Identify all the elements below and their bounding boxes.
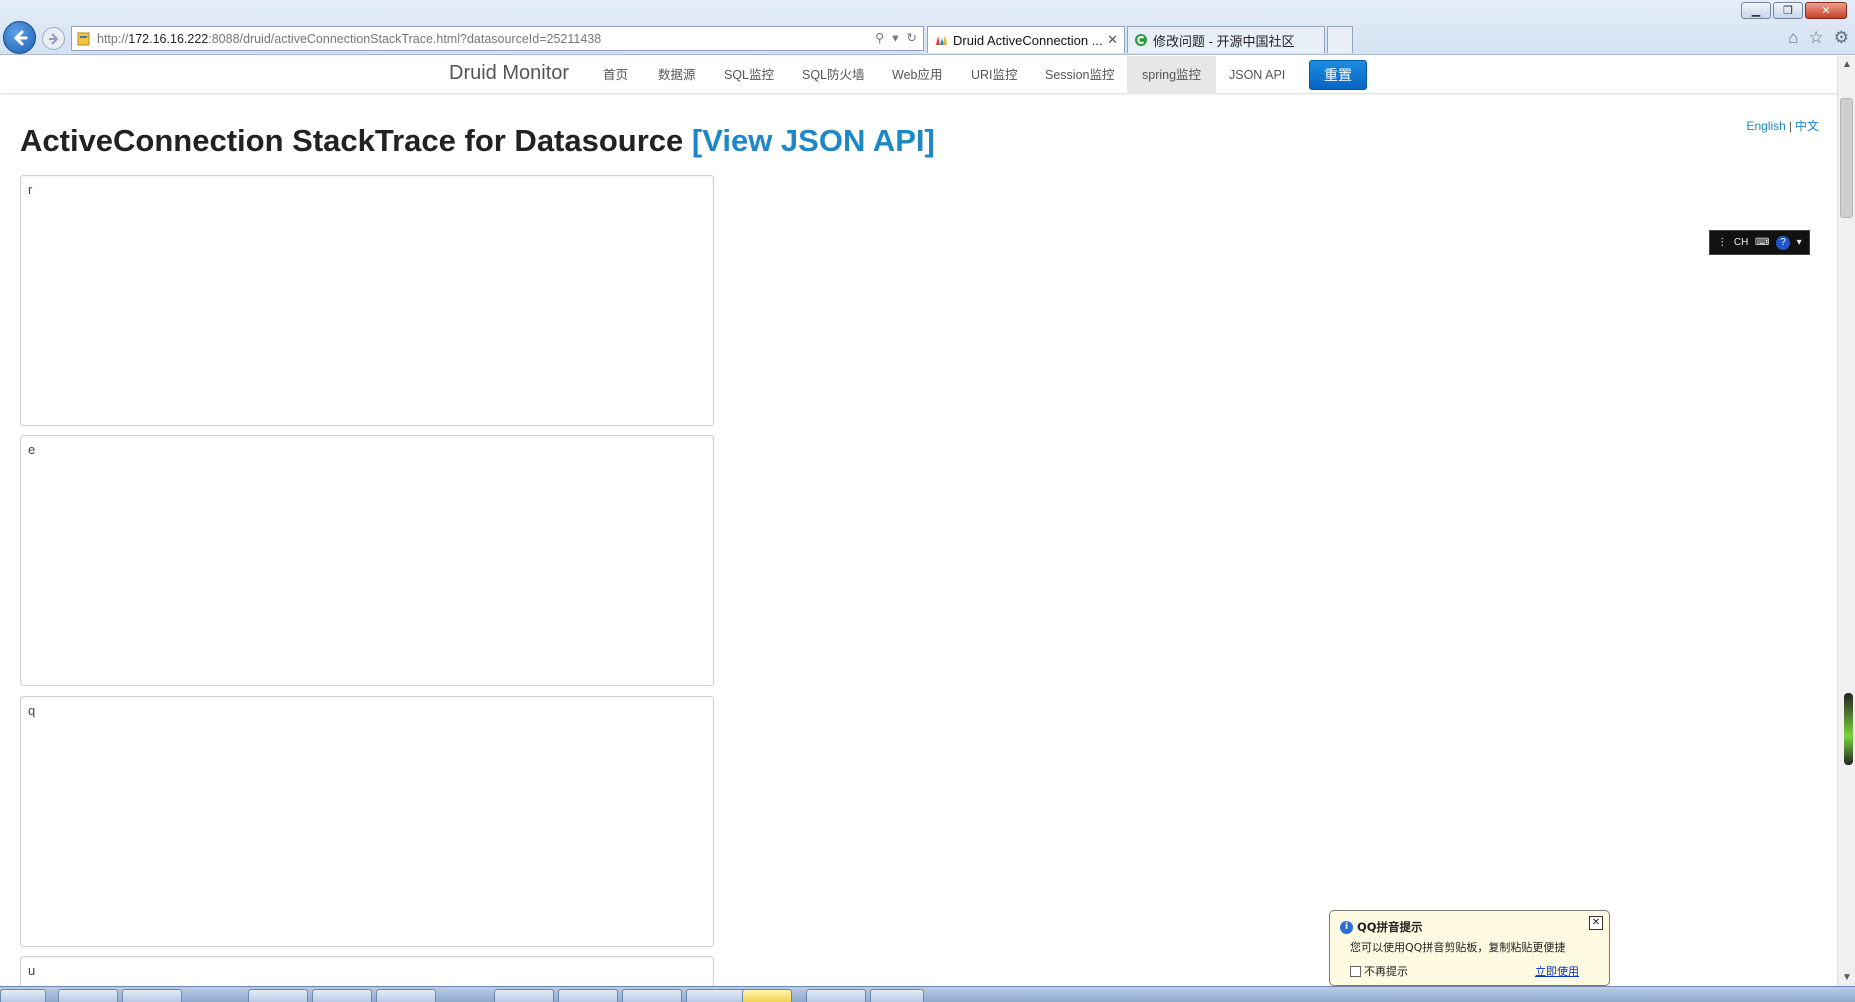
floating-scroll-indicator bbox=[1844, 693, 1853, 765]
nav-item-spring-monitor[interactable]: spring监控 bbox=[1127, 56, 1217, 94]
window-controls: ▁ ❐ ✕ bbox=[1741, 2, 1847, 19]
info-icon: i bbox=[1340, 920, 1353, 934]
taskbar-app-button[interactable] bbox=[806, 989, 866, 1002]
taskbar-app-button[interactable] bbox=[622, 989, 682, 1002]
qq-checkbox-label: 不再提示 bbox=[1364, 965, 1408, 978]
back-button[interactable] bbox=[3, 21, 36, 54]
nav-item-session-monitor[interactable]: Session监控 bbox=[1030, 56, 1129, 94]
stack-trace-box[interactable]: e bbox=[20, 435, 714, 686]
taskbar-app-button[interactable] bbox=[494, 989, 554, 1002]
qq-dont-show-checkbox[interactable]: 不再提示 bbox=[1350, 963, 1408, 979]
ime-menu-arrow-icon[interactable]: ▾ bbox=[1797, 237, 1802, 248]
taskbar-app-button[interactable] bbox=[248, 989, 308, 1002]
nav-item-json-api[interactable]: JSON API bbox=[1214, 56, 1300, 94]
url-host: 172.16.16.222 bbox=[128, 31, 209, 46]
qq-pinyin-popup: i QQ拼音提示 ✕ 您可以使用QQ拼音剪贴板，复制粘贴更便捷 不再提示 立即使… bbox=[1329, 910, 1610, 995]
oschina-favicon-icon bbox=[1135, 34, 1147, 46]
qq-popup-title-text: QQ拼音提示 bbox=[1357, 920, 1423, 934]
nav-item-sql-firewall[interactable]: SQL防火墙 bbox=[787, 56, 880, 94]
browser-chrome: ▁ ❐ ✕ http://172.16.16.222:8088/druid/ac… bbox=[0, 0, 1855, 55]
scroll-up-arrow-icon[interactable]: ▲ bbox=[1838, 56, 1855, 73]
taskbar-app-button[interactable] bbox=[558, 989, 618, 1002]
maximize-button[interactable]: ❐ bbox=[1773, 2, 1803, 19]
ime-mode-label[interactable]: CH bbox=[1734, 237, 1748, 248]
new-tab-button[interactable] bbox=[1327, 26, 1353, 53]
lang-separator: | bbox=[1788, 119, 1792, 133]
minimize-button[interactable]: ▁ bbox=[1741, 2, 1771, 19]
address-tools: ⚲ ▾ ↻ bbox=[875, 30, 917, 45]
nav-item-sql-monitor[interactable]: SQL监控 bbox=[709, 56, 789, 94]
reset-button[interactable]: 重置 bbox=[1309, 60, 1367, 90]
start-orb-button[interactable] bbox=[0, 989, 46, 1002]
nav-item-datasource[interactable]: 数据源 bbox=[643, 56, 711, 94]
stack-trace-box[interactable]: r bbox=[20, 175, 714, 426]
taskbar-app-button[interactable] bbox=[870, 989, 924, 1002]
home-icon[interactable]: ⌂ bbox=[1788, 28, 1798, 48]
qq-popup-close-icon[interactable]: ✕ bbox=[1589, 916, 1603, 930]
lang-chinese-link[interactable]: 中文 bbox=[1795, 119, 1819, 133]
druid-favicon-icon bbox=[936, 35, 947, 45]
windows-taskbar bbox=[0, 986, 1855, 1002]
favorites-star-icon[interactable]: ☆ bbox=[1809, 28, 1824, 48]
taskbar-app-button[interactable] bbox=[312, 989, 372, 1002]
page-icon bbox=[77, 32, 90, 45]
dropdown-arrow-icon[interactable]: ▾ bbox=[892, 30, 898, 45]
taskbar-app-button[interactable] bbox=[122, 989, 182, 1002]
page-title: ActiveConnection StackTrace for Datasour… bbox=[20, 123, 935, 159]
search-icon[interactable]: ⚲ bbox=[875, 30, 884, 45]
scroll-down-arrow-icon[interactable]: ▼ bbox=[1838, 969, 1855, 986]
url-path: :8088/druid/activeConnectionStackTrace.h… bbox=[208, 31, 602, 46]
taskbar-app-button[interactable] bbox=[58, 989, 118, 1002]
address-bar[interactable]: http://172.16.16.222:8088/druid/activeCo… bbox=[71, 26, 924, 51]
help-icon[interactable]: ? bbox=[1776, 235, 1791, 250]
nav-item-web-app[interactable]: Web应用 bbox=[877, 56, 957, 94]
tab-oschina[interactable]: 修改问题 - 开源中国社区 bbox=[1127, 26, 1325, 53]
ime-toolbar[interactable]: ⋮ CH ⌨ ? ▾ bbox=[1709, 230, 1810, 255]
qq-popup-title: i QQ拼音提示 bbox=[1340, 919, 1423, 935]
nav-item-uri-monitor[interactable]: URI监控 bbox=[956, 56, 1033, 94]
language-switcher: English | 中文 bbox=[1747, 117, 1820, 134]
url-prefix: http:// bbox=[97, 31, 129, 46]
vertical-scrollbar[interactable]: ▲ ▼ bbox=[1837, 56, 1855, 986]
view-json-api-link[interactable]: [View JSON API] bbox=[692, 123, 935, 158]
druid-navbar: Druid Monitor 首页 数据源 SQL监控 SQL防火墙 Web应用 … bbox=[0, 56, 1837, 94]
forward-arrow-icon bbox=[48, 32, 58, 45]
taskbar-app-button[interactable] bbox=[376, 989, 436, 1002]
tab-label: Druid ActiveConnection ... bbox=[953, 32, 1103, 48]
keyboard-icon[interactable]: ⌨ bbox=[1755, 237, 1769, 248]
ime-grip-icon: ⋮ bbox=[1717, 237, 1728, 248]
qq-use-now-link[interactable]: 立即使用 bbox=[1535, 963, 1579, 979]
browser-toolbar-icons: ⌂ ☆ ⚙ bbox=[1788, 28, 1849, 48]
close-window-button[interactable]: ✕ bbox=[1805, 2, 1847, 19]
stack-trace-box[interactable]: q bbox=[20, 696, 714, 947]
lang-english-link[interactable]: English bbox=[1747, 119, 1786, 133]
taskbar-app-button[interactable] bbox=[686, 989, 746, 1002]
tab-druid[interactable]: Druid ActiveConnection ... ✕ bbox=[927, 26, 1125, 53]
scroll-thumb[interactable] bbox=[1840, 98, 1853, 218]
tab-close-icon[interactable]: ✕ bbox=[1107, 32, 1118, 48]
brand-title[interactable]: Druid Monitor bbox=[449, 62, 569, 85]
checkbox-icon[interactable] bbox=[1350, 965, 1361, 977]
tab-label: 修改问题 - 开源中国社区 bbox=[1153, 33, 1295, 49]
settings-gear-icon[interactable]: ⚙ bbox=[1834, 28, 1849, 48]
qq-popup-message: 您可以使用QQ拼音剪贴板，复制粘贴更便捷 bbox=[1350, 941, 1566, 954]
page-title-text: ActiveConnection StackTrace for Datasour… bbox=[20, 123, 684, 158]
nav-item-home[interactable]: 首页 bbox=[588, 56, 643, 94]
forward-button[interactable] bbox=[42, 27, 65, 50]
back-arrow-icon bbox=[13, 30, 27, 45]
taskbar-app-button[interactable] bbox=[742, 989, 792, 1002]
refresh-icon[interactable]: ↻ bbox=[907, 30, 917, 45]
